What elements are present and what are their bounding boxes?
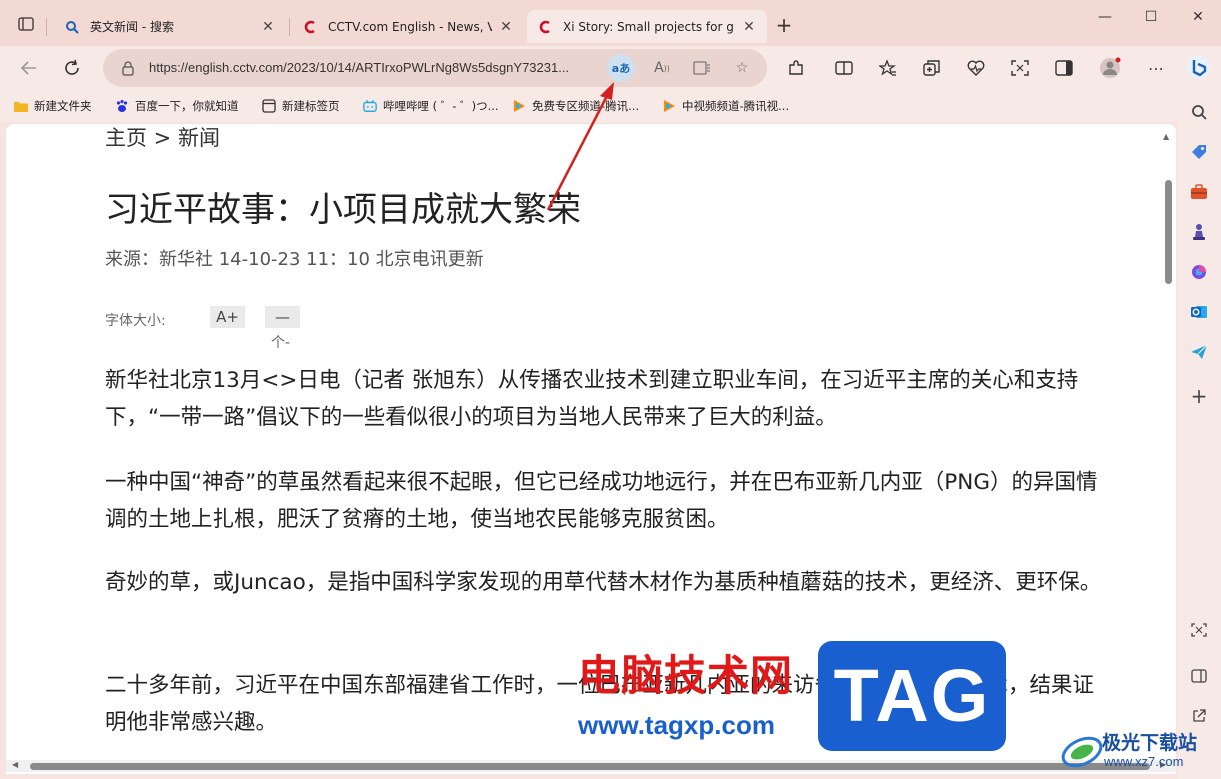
font-increase-button[interactable]: A+	[210, 306, 245, 328]
close-window-button[interactable]: ✕	[1183, 6, 1213, 28]
sidebar-toggle-icon[interactable]	[1050, 54, 1078, 82]
bookmark-label: 中视频频道-腾讯视...	[682, 99, 790, 113]
minimize-button[interactable]: —	[1090, 6, 1120, 28]
vertical-scroll-thumb[interactable]	[1165, 180, 1172, 284]
bookmark-label: 新建文件夹	[34, 99, 92, 113]
hide-sidebar-icon[interactable]	[1187, 664, 1211, 688]
bookmark-baidu[interactable]: 百度一下，你就知道	[115, 96, 239, 116]
bookmarks-bar: 新建文件夹 百度一下，你就知道 新建标签页 哔哩哔哩 ( ゜- ゜)つ... 免…	[0, 90, 1221, 122]
page-title: 习近平故事：小项目成就大繁荣	[105, 190, 581, 230]
close-icon[interactable]: ✕	[260, 19, 276, 35]
tencent-video-icon	[662, 99, 676, 113]
back-icon[interactable]	[15, 54, 43, 82]
horizontal-scroll-thumb[interactable]	[30, 763, 1150, 770]
tab-cctv-english[interactable]: CCTV.com English - News, Video ✕	[292, 10, 524, 43]
bookmark-tencent-free[interactable]: 免费专区频道-腾讯...	[512, 96, 639, 116]
font-decrease-button[interactable]: —	[265, 306, 300, 328]
screenshot-icon[interactable]	[1006, 54, 1034, 82]
watermark-logo-text: 极光下载站	[1102, 732, 1198, 754]
add-sidebar-app-icon[interactable]: +	[1187, 384, 1211, 408]
tab-search[interactable]: 英文新闻 - 搜索 ✕	[54, 10, 286, 43]
watermark-tag-text: TAG	[833, 654, 991, 737]
toolbar: https://english.cctv.com/2023/10/14/ARTI…	[0, 46, 1221, 90]
font-size-hint: 个-	[271, 335, 291, 351]
collections-icon[interactable]	[918, 54, 946, 82]
watermark-url: www.tagxp.com	[578, 710, 775, 740]
immersive-reader-icon[interactable]	[688, 54, 716, 82]
article-paragraph: 一种中国“神奇”的草虽然看起来很不起眼，但它已经成功地远行，并在巴布亚新几内亚（…	[105, 470, 1098, 532]
cctv-logo-icon	[537, 19, 553, 35]
tab-title: CCTV.com English - News, Video	[328, 19, 492, 34]
maximize-button[interactable]: ☐	[1136, 6, 1166, 28]
tab-xi-story[interactable]: Xi Story: Small projects for greate ✕	[527, 10, 767, 43]
close-icon[interactable]: ✕	[741, 19, 757, 35]
article-paragraph: 奇妙的草，或Juncao，是指中国科学家发现的用草代替木材作为基质种植蘑菇的技术…	[105, 570, 1102, 595]
cctv-logo-icon	[302, 19, 318, 35]
microsoft-365-icon[interactable]	[1187, 260, 1211, 284]
favorites-icon[interactable]	[874, 54, 902, 82]
tab-actions-icon[interactable]	[14, 12, 38, 36]
search-icon	[64, 19, 80, 35]
refresh-icon[interactable]	[58, 54, 86, 82]
scroll-left-arrow-icon[interactable]: ◀	[12, 760, 18, 769]
send-paper-plane-icon[interactable]	[1187, 340, 1211, 364]
edge-sidebar: +	[1178, 90, 1221, 779]
watermark-text: 电脑技术网	[578, 651, 794, 700]
extensions-icon[interactable]	[782, 54, 810, 82]
breadcrumb[interactable]: 主页 > 新闻	[105, 124, 220, 152]
new-tab-button[interactable]: +	[772, 14, 796, 38]
bookmark-bilibili[interactable]: 哔哩哔哩 ( ゜- ゜)つ...	[363, 96, 499, 116]
screen-capture-icon[interactable]	[1187, 618, 1211, 642]
tab-separator	[46, 18, 47, 36]
tools-briefcase-icon[interactable]	[1187, 180, 1211, 204]
watermark-tag-logo: TAG	[818, 641, 1006, 751]
copilot-icon[interactable]	[1184, 52, 1214, 82]
more-options-icon[interactable]: ⋯	[1142, 54, 1170, 82]
bookmark-label: 免费专区频道-腾讯...	[532, 99, 640, 113]
bookmark-label: 百度一下，你就知道	[135, 99, 239, 113]
browser-essentials-icon[interactable]	[962, 54, 990, 82]
bookmark-label: 新建标签页	[282, 99, 340, 113]
games-chess-icon[interactable]	[1187, 220, 1211, 244]
outlook-icon[interactable]	[1187, 300, 1211, 324]
bookmark-new-tab[interactable]: 新建标签页	[262, 96, 340, 116]
address-bar[interactable]: https://english.cctv.com/2023/10/14/ARTI…	[103, 49, 767, 87]
folder-icon	[14, 99, 28, 113]
baidu-paw-icon	[115, 99, 129, 113]
shopping-tag-icon[interactable]	[1187, 140, 1211, 164]
article-source: 来源：新华社 14-10-23 11：10 北京电讯更新	[105, 249, 484, 270]
font-size-label: 字体大小:	[105, 313, 166, 329]
bookmark-tencent-mid[interactable]: 中视频频道-腾讯视...	[662, 96, 789, 116]
bookmark-folder[interactable]: 新建文件夹	[14, 96, 92, 116]
watermark-logo-url: www.xz7.com	[1104, 754, 1184, 769]
read-aloud-icon[interactable]: A))	[648, 54, 676, 82]
scroll-up-arrow-icon[interactable]: ▲	[1163, 132, 1169, 141]
search-icon[interactable]	[1187, 100, 1211, 124]
close-icon[interactable]: ✕	[498, 19, 514, 35]
tab-separator	[289, 18, 290, 36]
article-paragraph: 新华社北京13月<>日电（记者 张旭东）从传播农业技术到建立职业车间，在习近平主…	[105, 368, 1079, 430]
new-tab-page-icon	[262, 99, 276, 113]
profile-avatar-icon[interactable]	[1096, 54, 1124, 82]
tab-title: 英文新闻 - 搜索	[90, 20, 174, 34]
bookmark-label: 哔哩哔哩 ( ゜- ゜)つ...	[383, 99, 499, 113]
tab-strip: 英文新闻 - 搜索 ✕ CCTV.com English - News, Vid…	[0, 0, 1221, 46]
tencent-video-icon	[512, 99, 526, 113]
split-screen-icon[interactable]	[830, 54, 858, 82]
url-text[interactable]: https://english.cctv.com/2023/10/14/ARTI…	[149, 60, 599, 75]
lock-icon[interactable]	[119, 58, 137, 78]
translate-icon[interactable]: aあ	[607, 54, 635, 82]
tab-title: Xi Story: Small projects for greate	[563, 19, 735, 34]
favorite-star-icon[interactable]: ☆	[728, 54, 756, 82]
bilibili-icon	[363, 99, 377, 113]
